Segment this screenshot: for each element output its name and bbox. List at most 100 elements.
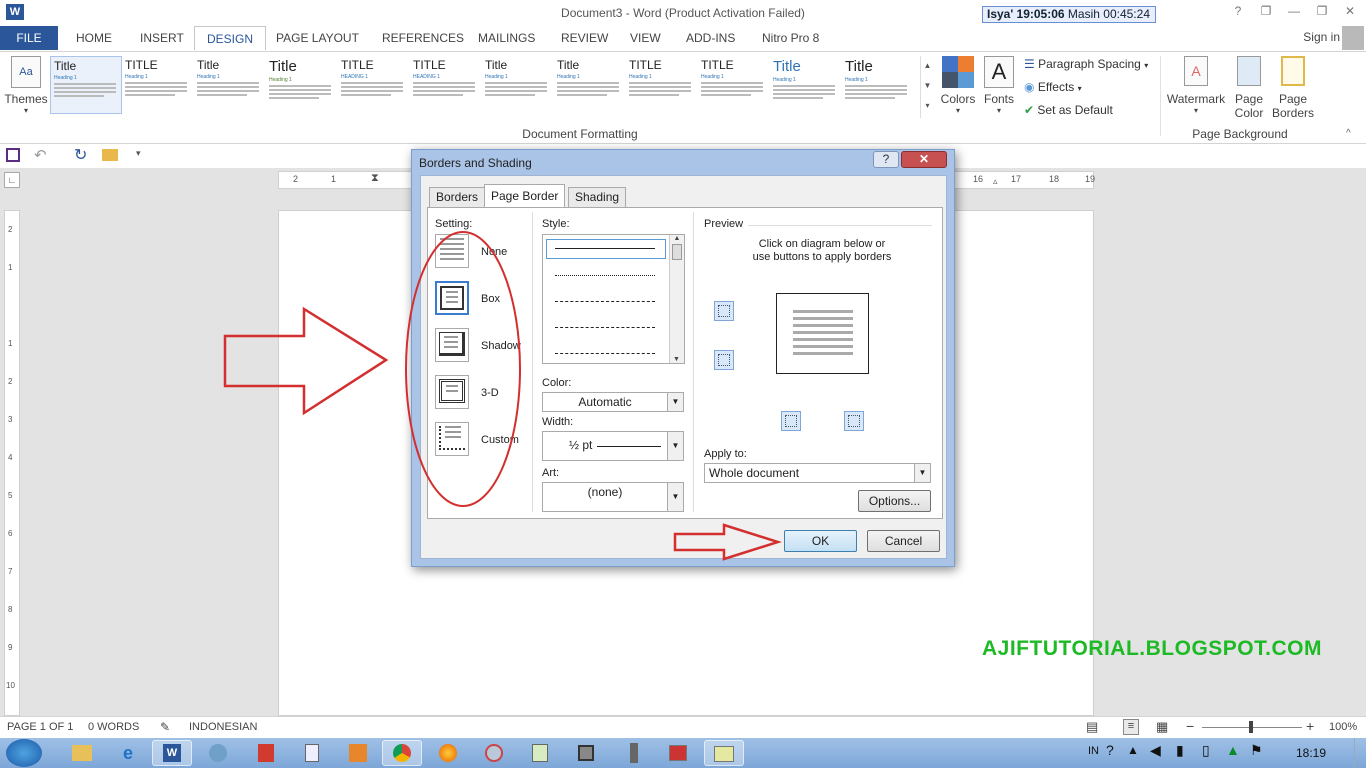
preview-diagram[interactable] bbox=[776, 293, 869, 374]
zoom-in-icon[interactable]: + bbox=[1306, 718, 1314, 734]
ie-taskbar-icon[interactable]: e bbox=[108, 740, 148, 766]
style-set-item[interactable]: Title Heading 1 bbox=[842, 56, 914, 114]
input-language[interactable]: IN bbox=[1088, 745, 1099, 757]
close-window-button[interactable]: ✕ bbox=[1342, 4, 1358, 18]
flag-icon[interactable]: ⚑ bbox=[1250, 742, 1263, 759]
tab-mailings[interactable]: MAILINGS bbox=[466, 26, 547, 50]
color-select[interactable]: Automatic ▼ bbox=[542, 392, 684, 412]
web-layout-icon[interactable]: ▦ bbox=[1156, 719, 1168, 735]
ribbon-display-button[interactable]: ❐ bbox=[1258, 4, 1274, 18]
tab-add-ins[interactable]: ADD-INS bbox=[674, 26, 747, 50]
top-border-button[interactable] bbox=[714, 301, 734, 321]
collapse-ribbon-icon[interactable]: ^ bbox=[1346, 128, 1351, 139]
scroll-down-icon[interactable]: ▼ bbox=[670, 356, 683, 363]
show-desktop-button[interactable] bbox=[1354, 738, 1366, 768]
style-dashed-line[interactable] bbox=[555, 301, 655, 302]
style-set-item[interactable]: TITLE Heading 1 bbox=[122, 56, 194, 114]
help-button[interactable]: ? bbox=[1230, 4, 1246, 18]
right-border-button[interactable] bbox=[844, 411, 864, 431]
word-taskbar-icon[interactable]: W bbox=[152, 740, 192, 766]
zoom-level[interactable]: 100% bbox=[1329, 721, 1357, 733]
style-solid-line[interactable] bbox=[555, 248, 655, 249]
apply-to-select[interactable]: Whole document ▼ bbox=[704, 463, 931, 483]
tab-references[interactable]: REFERENCES bbox=[370, 26, 476, 50]
chevron-down-icon[interactable]: ▼ bbox=[667, 393, 683, 411]
style-set-item[interactable]: Title Heading 1 bbox=[50, 56, 122, 114]
gallery-scroll[interactable]: ▲ ▼ ▾ bbox=[920, 56, 934, 118]
scroll-thumb[interactable] bbox=[672, 244, 682, 260]
bottom-border-button[interactable] bbox=[714, 350, 734, 370]
restore-button[interactable]: ❐ bbox=[1314, 4, 1330, 18]
user-avatar-icon[interactable] bbox=[1342, 26, 1364, 50]
start-button-icon[interactable] bbox=[6, 739, 42, 767]
tab-review[interactable]: REVIEW bbox=[549, 26, 620, 50]
zoom-out-icon[interactable]: − bbox=[1186, 718, 1194, 734]
gallery-up-icon[interactable]: ▲ bbox=[921, 56, 934, 76]
app-taskbar-icon[interactable] bbox=[614, 740, 654, 766]
clock[interactable]: 18:19 bbox=[1296, 746, 1326, 760]
gallery-more-icon[interactable]: ▾ bbox=[921, 96, 934, 116]
tab-selector-icon[interactable]: ∟ bbox=[4, 172, 20, 188]
tab-design[interactable]: DESIGN bbox=[194, 26, 267, 50]
style-set-item[interactable]: TITLE HEADING 1 bbox=[338, 56, 410, 114]
network-icon[interactable]: ▮ bbox=[1176, 742, 1184, 759]
style-set-item[interactable]: TITLE Heading 1 bbox=[698, 56, 770, 114]
app-taskbar-icon[interactable] bbox=[566, 740, 606, 766]
vertical-ruler[interactable]: 2 1 1 2 3 4 5 6 7 8 9 10 bbox=[4, 210, 20, 716]
style-long-dash-line[interactable] bbox=[555, 327, 655, 328]
tab-page-layout[interactable]: PAGE LAYOUT bbox=[264, 26, 371, 50]
colors-button[interactable]: Colors ▾ bbox=[938, 56, 978, 126]
tray-app-icon[interactable]: ▲ bbox=[1226, 742, 1240, 758]
style-scrollbar[interactable]: ▲ ▼ bbox=[669, 235, 684, 363]
chevron-down-icon[interactable]: ▼ bbox=[667, 483, 683, 511]
app-taskbar-icon[interactable] bbox=[338, 740, 378, 766]
zoom-slider-thumb[interactable] bbox=[1249, 721, 1253, 733]
ok-button[interactable]: OK bbox=[784, 530, 857, 552]
battery-icon[interactable]: ▯ bbox=[1202, 742, 1210, 759]
help-tray-icon[interactable]: ? bbox=[1106, 742, 1114, 758]
chrome-taskbar-icon[interactable] bbox=[382, 740, 422, 766]
width-select[interactable]: ½ pt ▼ bbox=[542, 431, 684, 461]
sign-in-link[interactable]: Sign in bbox=[1303, 30, 1340, 44]
tab-file[interactable]: FILE bbox=[0, 26, 58, 50]
explorer-taskbar-icon[interactable] bbox=[62, 740, 102, 766]
options-button[interactable]: Options... bbox=[858, 490, 931, 512]
watermark-button[interactable]: A Watermark ▾ bbox=[1166, 56, 1226, 126]
style-set-item[interactable]: TITLE HEADING 1 bbox=[410, 56, 482, 114]
style-list[interactable]: ▲ ▼ bbox=[542, 234, 685, 364]
style-selected-row[interactable] bbox=[546, 239, 666, 259]
minimize-button[interactable]: — bbox=[1286, 4, 1302, 18]
dialog-close-button[interactable]: ✕ bbox=[901, 151, 947, 168]
save-icon[interactable] bbox=[6, 148, 20, 162]
style-set-item[interactable]: Title Heading 1 bbox=[770, 56, 842, 114]
style-dotted-line[interactable] bbox=[555, 275, 655, 276]
language-indicator[interactable]: INDONESIAN bbox=[189, 721, 257, 733]
word-count[interactable]: 0 WORDS bbox=[88, 721, 139, 733]
open-folder-icon[interactable] bbox=[102, 149, 118, 161]
app-taskbar-icon[interactable] bbox=[246, 740, 286, 766]
cancel-button[interactable]: Cancel bbox=[867, 530, 940, 552]
tab-insert[interactable]: INSERT bbox=[128, 26, 196, 50]
app-taskbar-icon[interactable] bbox=[474, 740, 514, 766]
page-count[interactable]: PAGE 1 OF 1 bbox=[7, 721, 73, 733]
redo-icon[interactable]: ↻ bbox=[74, 145, 87, 165]
indent-marker-icon[interactable]: ⧗ bbox=[371, 172, 379, 185]
style-set-item[interactable]: Title Heading 1 bbox=[482, 56, 554, 114]
tab-shading[interactable]: Shading bbox=[568, 187, 627, 207]
volume-icon[interactable]: ◀ bbox=[1150, 742, 1161, 759]
app-taskbar-icon[interactable] bbox=[704, 740, 744, 766]
gallery-down-icon[interactable]: ▼ bbox=[921, 76, 934, 96]
chevron-down-icon[interactable]: ▼ bbox=[667, 432, 683, 460]
customize-qat-icon[interactable]: ▾ bbox=[136, 148, 141, 159]
scroll-up-icon[interactable]: ▲ bbox=[670, 235, 684, 242]
right-indent-marker-icon[interactable]: ▵ bbox=[993, 176, 998, 187]
app-taskbar-icon[interactable] bbox=[198, 740, 238, 766]
themes-button[interactable]: Aa Themes ▾ bbox=[4, 56, 48, 126]
set-as-default-button[interactable]: ✔ Set as Default bbox=[1024, 103, 1113, 117]
chevron-down-icon[interactable]: ▼ bbox=[914, 464, 930, 482]
undo-icon[interactable]: ↶ bbox=[34, 146, 47, 164]
style-dash-dot-line[interactable] bbox=[555, 353, 655, 354]
art-select[interactable]: (none) ▼ bbox=[542, 482, 684, 512]
style-set-item[interactable]: Title Heading 1 bbox=[266, 56, 338, 114]
fonts-button[interactable]: A Fonts ▾ bbox=[980, 56, 1018, 126]
